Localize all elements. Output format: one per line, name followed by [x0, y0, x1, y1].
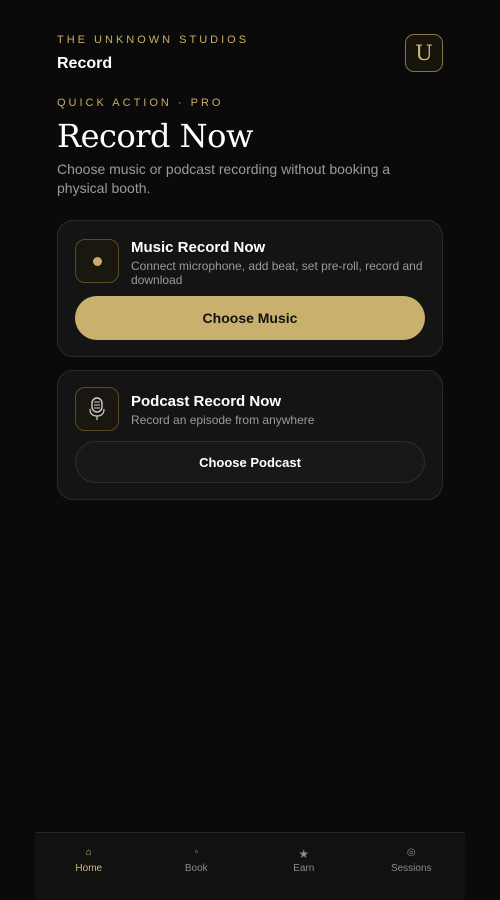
page-subtitle: Choose music or podcast recording withou… [57, 161, 391, 196]
music-record-card: Music Record Now Connect microphone, add… [57, 220, 443, 357]
music-card-title: Music Record Now [131, 239, 266, 256]
tab-home[interactable]: ⌂ Home [35, 833, 143, 900]
record-dot-icon [75, 239, 119, 283]
music-card-description: Connect microphone, add beat, set pre-ro… [131, 259, 423, 287]
tab-label: Book [184, 863, 208, 874]
section-title: Record [57, 55, 113, 72]
choose-podcast-button[interactable]: Choose Podcast [75, 441, 425, 483]
tab-label: Home [75, 863, 103, 874]
brand-name: THE UNKNOWN STUDIOS [57, 34, 250, 46]
choose-music-button[interactable]: Choose Music [75, 296, 425, 340]
tab-book[interactable]: ▫ Book [143, 833, 251, 900]
profile-avatar-button[interactable]: U [405, 34, 443, 72]
app-header: THE UNKNOWN STUDIOS Record U [57, 33, 443, 73]
record-screen: THE UNKNOWN STUDIOS Record U QUICK ACTIO… [0, 0, 500, 900]
star-icon: ★ [298, 847, 310, 861]
tab-label: Sessions [390, 863, 432, 874]
podcast-record-card: Podcast Record Now Record an episode fro… [57, 370, 443, 500]
book-icon: ▫ [194, 847, 199, 858]
tab-sessions[interactable]: ◎ Sessions [358, 833, 466, 900]
podcast-card-title: Podcast Record Now [131, 393, 282, 410]
tab-label: Earn [293, 863, 315, 874]
sessions-icon: ◎ [406, 847, 416, 858]
podcast-card-description: Record an episode from anywhere [131, 413, 315, 427]
eyebrow-label: QUICK ACTION · PRO [57, 97, 224, 109]
home-icon: ⌂ [85, 847, 92, 858]
avatar-letter: U [415, 41, 433, 65]
microphone-icon [75, 387, 119, 431]
page-title: Record Now [57, 117, 253, 155]
tab-earn[interactable]: ★ Earn [250, 833, 358, 900]
bottom-tab-bar: ⌂ Home ▫ Book ★ Earn ◎ Sessions [35, 832, 465, 900]
